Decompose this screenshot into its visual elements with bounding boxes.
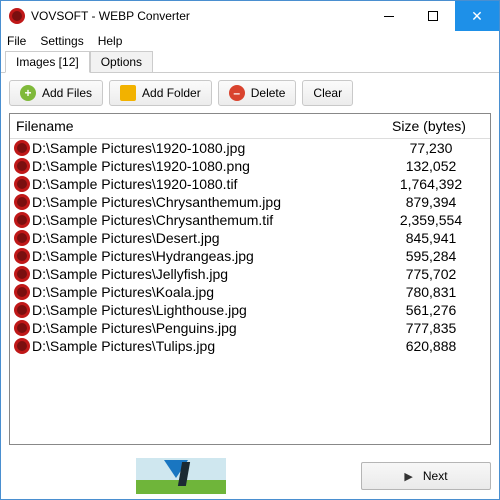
add-folder-label: Add Folder <box>142 86 201 100</box>
file-icon <box>14 158 30 174</box>
menu-settings[interactable]: Settings <box>40 34 83 48</box>
size-cell: 561,276 <box>376 302 486 318</box>
size-cell: 845,941 <box>376 230 486 246</box>
list-body: D:\Sample Pictures\1920-1080.jpg77,230D:… <box>10 139 490 444</box>
minus-icon: – <box>229 85 245 101</box>
file-icon <box>14 212 30 228</box>
chevron-right-icon: ▶ <box>404 470 412 483</box>
file-list: Filename Size (bytes) D:\Sample Pictures… <box>9 113 491 445</box>
filename-cell: D:\Sample Pictures\Chrysanthemum.jpg <box>32 194 376 210</box>
table-row[interactable]: D:\Sample Pictures\Chrysanthemum.tif2,35… <box>10 211 490 229</box>
app-window: VOVSOFT - WEBP Converter ✕ File Settings… <box>0 0 500 500</box>
file-icon <box>14 266 30 282</box>
toolbar: + Add Files Add Folder – Delete Clear <box>1 73 499 113</box>
file-icon <box>14 284 30 300</box>
size-cell: 775,702 <box>376 266 486 282</box>
table-row[interactable]: D:\Sample Pictures\Koala.jpg780,831 <box>10 283 490 301</box>
file-icon <box>14 320 30 336</box>
next-button[interactable]: ▶ Next <box>361 462 491 490</box>
clear-button[interactable]: Clear <box>302 80 353 106</box>
add-files-label: Add Files <box>42 86 92 100</box>
file-icon <box>14 338 30 354</box>
file-icon <box>14 194 30 210</box>
size-cell: 77,230 <box>376 140 486 156</box>
logo-area <box>9 458 353 494</box>
folder-icon <box>120 85 136 101</box>
table-row[interactable]: D:\Sample Pictures\Tulips.jpg620,888 <box>10 337 490 355</box>
file-icon <box>14 248 30 264</box>
footer: ▶ Next <box>1 453 499 499</box>
size-cell: 132,052 <box>376 158 486 174</box>
table-row[interactable]: D:\Sample Pictures\Jellyfish.jpg775,702 <box>10 265 490 283</box>
size-cell: 595,284 <box>376 248 486 264</box>
tab-images[interactable]: Images [12] <box>5 51 90 73</box>
filename-cell: D:\Sample Pictures\Hydrangeas.jpg <box>32 248 376 264</box>
filename-cell: D:\Sample Pictures\Koala.jpg <box>32 284 376 300</box>
size-cell: 879,394 <box>376 194 486 210</box>
table-row[interactable]: D:\Sample Pictures\1920-1080.png132,052 <box>10 157 490 175</box>
size-cell: 777,835 <box>376 320 486 336</box>
size-cell: 1,764,392 <box>376 176 486 192</box>
add-folder-button[interactable]: Add Folder <box>109 80 212 106</box>
table-row[interactable]: D:\Sample Pictures\1920-1080.jpg77,230 <box>10 139 490 157</box>
filename-cell: D:\Sample Pictures\Jellyfish.jpg <box>32 266 376 282</box>
filename-cell: D:\Sample Pictures\1920-1080.png <box>32 158 376 174</box>
delete-label: Delete <box>251 86 286 100</box>
clear-label: Clear <box>313 86 342 100</box>
size-cell: 620,888 <box>376 338 486 354</box>
list-header: Filename Size (bytes) <box>10 114 490 139</box>
logo-icon <box>136 458 226 494</box>
window-controls: ✕ <box>367 1 499 31</box>
tab-bar: Images [12] Options <box>1 51 499 73</box>
next-label: Next <box>423 469 448 483</box>
table-row[interactable]: D:\Sample Pictures\Desert.jpg845,941 <box>10 229 490 247</box>
file-icon <box>14 302 30 318</box>
menu-file[interactable]: File <box>7 34 26 48</box>
close-button[interactable]: ✕ <box>455 1 499 31</box>
size-cell: 2,359,554 <box>376 212 486 228</box>
filename-cell: D:\Sample Pictures\Lighthouse.jpg <box>32 302 376 318</box>
file-icon <box>14 230 30 246</box>
minimize-button[interactable] <box>367 1 411 31</box>
file-icon <box>14 140 30 156</box>
column-filename[interactable]: Filename <box>16 118 374 134</box>
window-title: VOVSOFT - WEBP Converter <box>31 9 367 23</box>
column-size[interactable]: Size (bytes) <box>374 118 484 134</box>
table-row[interactable]: D:\Sample Pictures\Chrysanthemum.jpg879,… <box>10 193 490 211</box>
menu-help[interactable]: Help <box>98 34 123 48</box>
file-icon <box>14 176 30 192</box>
tab-options[interactable]: Options <box>90 51 153 72</box>
delete-button[interactable]: – Delete <box>218 80 297 106</box>
filename-cell: D:\Sample Pictures\Tulips.jpg <box>32 338 376 354</box>
plus-icon: + <box>20 85 36 101</box>
titlebar[interactable]: VOVSOFT - WEBP Converter ✕ <box>1 1 499 31</box>
filename-cell: D:\Sample Pictures\Penguins.jpg <box>32 320 376 336</box>
add-files-button[interactable]: + Add Files <box>9 80 103 106</box>
table-row[interactable]: D:\Sample Pictures\1920-1080.tif1,764,39… <box>10 175 490 193</box>
menubar: File Settings Help <box>1 31 499 51</box>
table-row[interactable]: D:\Sample Pictures\Hydrangeas.jpg595,284 <box>10 247 490 265</box>
filename-cell: D:\Sample Pictures\Chrysanthemum.tif <box>32 212 376 228</box>
app-icon <box>9 8 25 24</box>
table-row[interactable]: D:\Sample Pictures\Lighthouse.jpg561,276 <box>10 301 490 319</box>
filename-cell: D:\Sample Pictures\1920-1080.jpg <box>32 140 376 156</box>
table-row[interactable]: D:\Sample Pictures\Penguins.jpg777,835 <box>10 319 490 337</box>
filename-cell: D:\Sample Pictures\Desert.jpg <box>32 230 376 246</box>
size-cell: 780,831 <box>376 284 486 300</box>
filename-cell: D:\Sample Pictures\1920-1080.tif <box>32 176 376 192</box>
maximize-button[interactable] <box>411 1 455 31</box>
